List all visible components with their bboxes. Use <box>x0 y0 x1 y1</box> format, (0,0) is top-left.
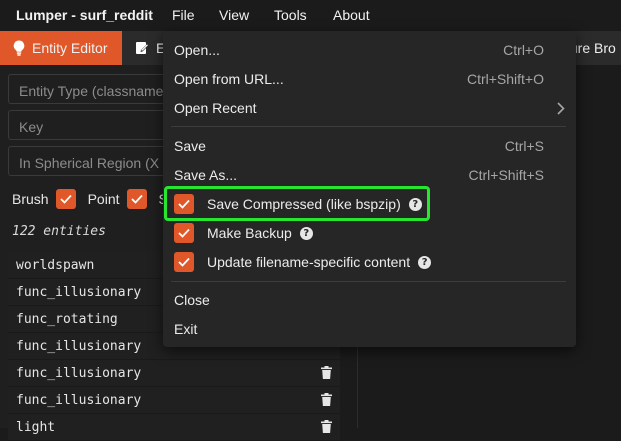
menu-item-open-label: Open... <box>174 42 220 58</box>
entity-name: worldspawn <box>16 257 95 273</box>
list-item[interactable]: func_illusionary <box>8 360 340 387</box>
menu-item-open[interactable]: Open... Ctrl+O <box>174 38 544 62</box>
file-menu-dropdown: Open... Ctrl+O Open from URL... Ctrl+Shi… <box>163 31 576 347</box>
save-compressed-label: Save Compressed (like bspzip) <box>207 196 401 212</box>
trash-icon[interactable] <box>321 420 332 433</box>
save-compressed-checkbox[interactable] <box>174 194 194 214</box>
entity-name: func_rotating <box>16 311 118 327</box>
checkmark-icon <box>130 194 143 204</box>
help-icon[interactable]: ? <box>299 226 313 240</box>
menu-item-open-recent-label: Open Recent <box>174 100 257 116</box>
entity-name: func_illusionary <box>16 338 142 354</box>
filter-brush-label: Brush <box>12 191 49 207</box>
menu-item-close-label: Close <box>174 292 210 308</box>
menu-item-exit-label: Exit <box>174 321 198 337</box>
update-filename-checkbox[interactable] <box>174 252 194 272</box>
chevron-right-icon <box>557 102 565 118</box>
make-backup-label: Make Backup <box>207 225 292 241</box>
shortcut-open-url: Ctrl+Shift+O <box>466 71 544 87</box>
tab-second[interactable]: E <box>122 31 166 65</box>
menu-item-update-filename[interactable]: Update filename-specific content ? <box>174 250 432 274</box>
menu-item-save-as[interactable]: Save As... Ctrl+Shift+S <box>174 163 544 187</box>
help-icon[interactable]: ? <box>408 197 422 211</box>
entity-count: 122 entities <box>12 224 106 239</box>
entity-name: func_illusionary <box>16 392 142 408</box>
checkmark-icon <box>178 228 190 238</box>
list-item[interactable]: func_illusionary <box>8 387 340 414</box>
menu-item-close[interactable]: Close <box>174 288 544 312</box>
entity-filters: Brush Point S <box>12 189 168 209</box>
make-backup-checkbox[interactable] <box>174 223 194 243</box>
menu-item-save-compressed[interactable]: Save Compressed (like bspzip) ? <box>174 192 422 216</box>
menu-item-save-label: Save <box>174 138 206 154</box>
menu-item-open-url[interactable]: Open from URL... Ctrl+Shift+O <box>174 67 544 91</box>
lightbulb-icon <box>13 40 25 56</box>
menu-item-make-backup[interactable]: Make Backup ? <box>174 221 313 245</box>
checkmark-icon <box>178 199 190 209</box>
menu-item-save-as-label: Save As... <box>174 167 238 183</box>
filter-brush-checkbox[interactable] <box>55 189 76 209</box>
edit-icon <box>135 41 149 55</box>
entity-name: func_illusionary <box>16 284 142 300</box>
shortcut-save-as: Ctrl+Shift+S <box>468 167 544 183</box>
menu-file[interactable]: File <box>172 7 195 23</box>
menu-view[interactable]: View <box>219 7 249 23</box>
trash-icon[interactable] <box>321 366 332 379</box>
shortcut-open: Ctrl+O <box>503 42 544 58</box>
menu-separator <box>171 281 566 282</box>
entity-name: light <box>16 419 56 435</box>
app-title: Lumper - surf_reddit <box>16 7 153 23</box>
tab-entity-editor[interactable]: Entity Editor <box>0 31 122 65</box>
trash-icon[interactable] <box>321 393 332 406</box>
filter-point-checkbox[interactable] <box>126 189 147 209</box>
checkmark-icon <box>59 194 72 204</box>
menu-item-exit[interactable]: Exit <box>174 317 544 341</box>
shortcut-save: Ctrl+S <box>504 138 544 154</box>
menu-separator <box>171 126 566 127</box>
filter-point-label: Point <box>87 191 120 207</box>
checkmark-icon <box>178 257 190 267</box>
menu-item-open-recent[interactable]: Open Recent <box>174 96 565 120</box>
update-filename-label: Update filename-specific content <box>207 254 411 270</box>
entity-name: func_illusionary <box>16 365 142 381</box>
menu-item-open-url-label: Open from URL... <box>174 71 284 87</box>
help-icon[interactable]: ? <box>418 255 432 269</box>
tab-entity-editor-label: Entity Editor <box>32 40 108 56</box>
menu-item-save[interactable]: Save Ctrl+S <box>174 134 544 158</box>
menu-bar: Lumper - surf_reddit File View Tools Abo… <box>0 0 621 30</box>
menu-about[interactable]: About <box>333 7 370 23</box>
menu-tools[interactable]: Tools <box>274 7 307 23</box>
